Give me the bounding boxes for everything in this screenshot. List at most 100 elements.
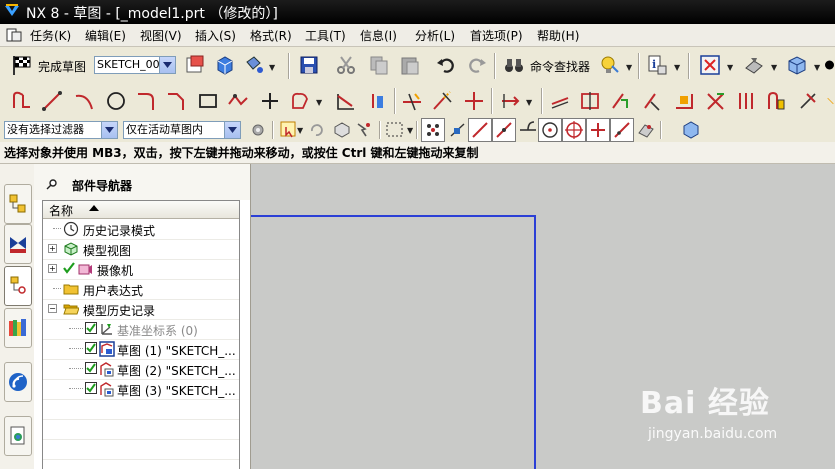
- chevron-down-icon[interactable]: ▼: [269, 64, 277, 72]
- type-filter-select[interactable]: 没有选择过滤器: [4, 121, 118, 139]
- line-button[interactable]: [40, 89, 64, 113]
- render-style-button[interactable]: [742, 53, 766, 77]
- trim-button[interactable]: [334, 89, 358, 113]
- quick-trim-button[interactable]: [400, 89, 424, 113]
- menu-analysis[interactable]: 分析(L): [415, 27, 455, 44]
- chevron-down-icon[interactable]: ▼: [727, 64, 735, 72]
- sketch-constraint-settings-button[interactable]: [796, 89, 820, 113]
- tab-reuse-library[interactable]: [4, 308, 32, 348]
- selection-scope-select[interactable]: 仅在活动草图内: [123, 121, 241, 139]
- snap-control-point-button[interactable]: [446, 118, 470, 142]
- command-finder-label[interactable]: 命令查找器: [530, 58, 590, 75]
- checkbox-checked-icon[interactable]: [85, 342, 97, 354]
- menu-task[interactable]: 任务(K): [30, 27, 71, 44]
- snap-endpoint-button[interactable]: [468, 118, 492, 142]
- snap-quadrant-button[interactable]: [562, 118, 586, 142]
- show-no-constraints-button[interactable]: [640, 89, 664, 113]
- circle-button[interactable]: [104, 89, 128, 113]
- profile-button[interactable]: [10, 89, 34, 113]
- auto-dimension-button[interactable]: [498, 89, 522, 113]
- pin-icon[interactable]: [46, 178, 58, 190]
- chevron-down-icon[interactable]: ▼: [316, 99, 324, 107]
- collapse-minus-icon[interactable]: −: [48, 304, 57, 313]
- copy-button[interactable]: [367, 53, 391, 77]
- chevron-down-icon[interactable]: ▼: [626, 64, 634, 72]
- tree-row-sketch-1[interactable]: 草图 (1) "SKETCH_...: [43, 339, 239, 360]
- checkbox-checked-icon[interactable]: [85, 362, 97, 374]
- chevron-down-icon[interactable]: ▼: [407, 127, 415, 135]
- fillet-button[interactable]: [134, 89, 158, 113]
- sketch-rectangle[interactable]: [251, 214, 536, 469]
- convert-reference-button[interactable]: [704, 89, 728, 113]
- more-constraints-button[interactable]: [826, 89, 835, 113]
- display-constraints-button[interactable]: [578, 89, 602, 113]
- menu-info[interactable]: 信息(I): [360, 27, 397, 44]
- arc-button[interactable]: [72, 89, 96, 113]
- redo-button[interactable]: [465, 53, 489, 77]
- menu-help[interactable]: 帮助(H): [537, 27, 579, 44]
- tree-row-datum-csys[interactable]: 基准坐标系 (0): [43, 319, 239, 340]
- tab-constraint-navigator[interactable]: [4, 224, 32, 264]
- sketch-settings-button[interactable]: [242, 53, 266, 77]
- expand-plus-icon[interactable]: +: [48, 244, 57, 253]
- inferred-constraints-button[interactable]: [672, 89, 696, 113]
- rectangle-button[interactable]: [196, 89, 220, 113]
- tree-row-model-views[interactable]: + 模型视图: [43, 239, 239, 260]
- tree-row-user-expressions[interactable]: 用户表达式: [43, 279, 239, 300]
- checkbox-checked-icon[interactable]: [85, 382, 97, 394]
- snap-point-on-curve-button[interactable]: [610, 118, 634, 142]
- save-button[interactable]: [297, 53, 321, 77]
- snap-point-on-surface-button[interactable]: [634, 118, 658, 142]
- offset-curve-button[interactable]: [364, 89, 388, 113]
- snap-arc-center-button[interactable]: [538, 118, 562, 142]
- snap-intersection-button[interactable]: [516, 118, 540, 142]
- select-by-body-button[interactable]: [330, 118, 354, 142]
- menu-preferences[interactable]: 首选项(P): [470, 27, 523, 44]
- chevron-down-icon[interactable]: ▼: [814, 64, 822, 72]
- chamfer-button[interactable]: [164, 89, 188, 113]
- chevron-down-icon[interactable]: ▼: [526, 99, 534, 107]
- geometric-constraints-button[interactable]: [548, 89, 572, 113]
- menu-tools[interactable]: 工具(T): [305, 27, 346, 44]
- tree-row-sketch-3[interactable]: 草图 (3) "SKETCH_...: [43, 379, 239, 400]
- chevron-down-icon[interactable]: ▼: [771, 64, 779, 72]
- quick-extend-button[interactable]: [430, 89, 454, 113]
- point-button[interactable]: [258, 89, 282, 113]
- finish-sketch-button[interactable]: [10, 53, 34, 77]
- paste-button[interactable]: [398, 53, 422, 77]
- command-finder-button[interactable]: [502, 53, 526, 77]
- tab-web-browser[interactable]: [4, 416, 32, 456]
- filter-settings-button[interactable]: [246, 118, 270, 142]
- select-all-button[interactable]: [352, 118, 376, 142]
- tab-hd3d-tools[interactable]: [4, 362, 32, 402]
- menu-format[interactable]: 格式(R): [250, 27, 292, 44]
- tree-row-history-mode[interactable]: 历史记录模式: [43, 219, 239, 240]
- rectangle-select-button[interactable]: [383, 118, 407, 142]
- information-button[interactable]: i: [645, 53, 669, 77]
- more-toolbar-button[interactable]: [824, 53, 835, 77]
- fit-view-button[interactable]: [698, 53, 722, 77]
- selection-intent-button[interactable]: [597, 53, 621, 77]
- orient-view-button[interactable]: [184, 53, 208, 77]
- show-all-constraints-button[interactable]: [608, 89, 632, 113]
- tree-row-model-history[interactable]: − 模型历史记录: [43, 299, 239, 320]
- tree-row-cameras[interactable]: + 摄像机: [43, 259, 239, 280]
- polygon-button[interactable]: [226, 89, 250, 113]
- snap-enable-button[interactable]: [421, 118, 445, 142]
- menu-grip-icon[interactable]: [6, 27, 22, 43]
- menu-edit[interactable]: 编辑(E): [85, 27, 126, 44]
- menu-insert[interactable]: 插入(S): [195, 27, 236, 44]
- make-corner-button[interactable]: [462, 89, 486, 113]
- snap-existing-point-button[interactable]: [586, 118, 610, 142]
- tab-part-navigator[interactable]: [4, 266, 32, 306]
- alternate-solution-button[interactable]: [734, 89, 758, 113]
- chevron-down-icon[interactable]: ▼: [297, 127, 305, 135]
- menu-view[interactable]: 视图(V): [140, 27, 182, 44]
- animate-dimension-button[interactable]: [764, 89, 788, 113]
- snap-bounded-grid-button[interactable]: [679, 118, 703, 142]
- column-header-name[interactable]: 名称: [43, 201, 239, 219]
- orient-view-trimetric-button[interactable]: [785, 53, 809, 77]
- reattach-button[interactable]: [213, 53, 237, 77]
- cut-button[interactable]: [334, 53, 358, 77]
- expand-plus-icon[interactable]: +: [48, 264, 57, 273]
